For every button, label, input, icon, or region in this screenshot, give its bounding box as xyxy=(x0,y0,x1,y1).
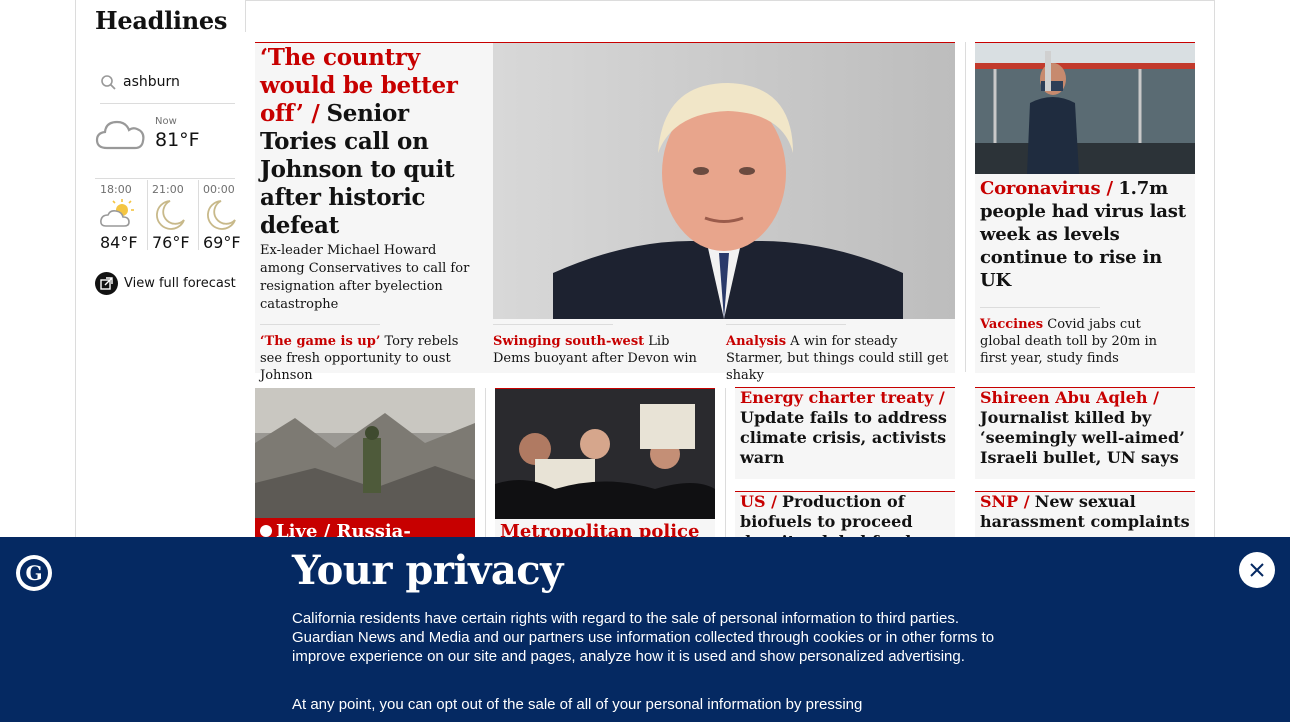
guardian-logo: G xyxy=(16,555,52,591)
cloud-icon xyxy=(95,120,145,150)
column-divider xyxy=(485,388,486,538)
energy-headline-text: Update fails to address climate crisis, … xyxy=(740,408,947,467)
snp-kicker: SNP / xyxy=(980,492,1030,511)
forecast-temp: 84°F xyxy=(100,233,138,252)
section-title: Headlines xyxy=(95,6,228,35)
moon-icon xyxy=(207,200,236,230)
biofuels-headline[interactable]: US / Production of biofuels to proceed d… xyxy=(740,492,952,537)
weather-divider xyxy=(95,178,235,179)
full-forecast-label: View full forecast xyxy=(124,276,236,291)
location-input[interactable] xyxy=(123,74,233,90)
section-divider xyxy=(245,0,246,32)
forecast-temp: 69°F xyxy=(203,233,241,252)
moon-icon xyxy=(156,200,185,230)
met-police-card[interactable] xyxy=(495,388,715,538)
forecast-separator xyxy=(198,180,199,250)
column-divider xyxy=(965,42,966,372)
forecast-temp: 76°F xyxy=(152,233,190,252)
ukraine-live-card[interactable] xyxy=(255,388,475,538)
johnson-photo xyxy=(493,43,955,319)
lead-standfirst: Ex-leader Michael Howard among Conservat… xyxy=(260,243,470,312)
forecast-time: 00:00 xyxy=(203,183,235,196)
snp-headline[interactable]: SNP / New sexual harassment complaints xyxy=(980,492,1192,537)
live-dot-icon xyxy=(260,525,272,537)
sublink-kicker: Analysis xyxy=(726,334,787,349)
view-full-forecast-link[interactable]: View full forecast xyxy=(95,272,236,295)
sublink-rule xyxy=(260,324,380,325)
column-divider xyxy=(725,388,726,538)
privacy-paragraph: At any point, you can opt out of the sal… xyxy=(292,696,863,713)
top-rule xyxy=(245,0,1215,1)
vaccines-sublink[interactable]: Vaccines Covid jabs cut global death tol… xyxy=(980,307,1185,367)
abu-aqleh-headline[interactable]: Shireen Abu Aqleh / Journalist killed by… xyxy=(980,388,1192,468)
external-link-icon xyxy=(95,272,118,295)
ruins-photo xyxy=(255,388,475,518)
privacy-banner: G Your privacy California residents have… xyxy=(0,537,1290,722)
sublink-kicker: ‘The game is up’ xyxy=(260,334,381,349)
weather-now-temp: 81°F xyxy=(155,129,200,151)
tube-photo[interactable] xyxy=(975,43,1195,174)
sublink-rule xyxy=(493,324,613,325)
lead-headline[interactable]: ‘The country would be better off’ / Seni… xyxy=(260,44,488,240)
sublink-kicker: Swinging south-west xyxy=(493,334,645,349)
partly-sunny-icon xyxy=(100,199,134,227)
abu-aqleh-headline-text: Journalist killed by ‘seemingly well-aim… xyxy=(980,408,1185,467)
energy-charter-headline[interactable]: Energy charter treaty / Update fails to … xyxy=(740,388,952,468)
lead-sublink[interactable]: Analysis A win for steady Starmer, but t… xyxy=(726,324,950,384)
forecast-slot: 21:00 76°F xyxy=(152,180,202,252)
energy-kicker: Energy charter treaty / xyxy=(740,388,945,407)
coronavirus-kicker: Coronavirus / xyxy=(980,178,1113,199)
sublink-kicker: Vaccines xyxy=(980,317,1044,332)
sublink-rule xyxy=(980,307,1100,308)
forecast-slot: 18:00 84°F xyxy=(100,180,150,252)
search-icon xyxy=(101,75,116,90)
privacy-paragraph: California residents have certain rights… xyxy=(292,610,995,665)
lead-sublink[interactable]: ‘The game is up’ Tory rebels see fresh o… xyxy=(260,324,480,384)
forecast-slot: 00:00 69°F xyxy=(203,180,253,252)
close-button[interactable] xyxy=(1239,552,1275,588)
weather-location-search[interactable] xyxy=(100,72,235,104)
privacy-title: Your privacy xyxy=(292,547,563,594)
protest-photo xyxy=(495,389,715,519)
tube-passenger-photo xyxy=(975,43,1195,174)
abu-aqleh-kicker: Shireen Abu Aqleh / xyxy=(980,388,1159,407)
coronavirus-headline[interactable]: Coronavirus / 1.7m people had virus last… xyxy=(980,177,1190,292)
forecast-separator xyxy=(147,180,148,250)
svg-text:G: G xyxy=(25,561,42,585)
sublink-rule xyxy=(726,324,846,325)
close-icon xyxy=(1250,563,1264,577)
weather-now-label: Now xyxy=(155,116,177,127)
lead-sublink[interactable]: Swinging south-west Lib Dems buoyant aft… xyxy=(493,324,708,367)
forecast-time: 18:00 xyxy=(100,183,132,196)
forecast-time: 21:00 xyxy=(152,183,184,196)
us-kicker: US / xyxy=(740,492,777,511)
lead-photo[interactable] xyxy=(493,43,955,319)
